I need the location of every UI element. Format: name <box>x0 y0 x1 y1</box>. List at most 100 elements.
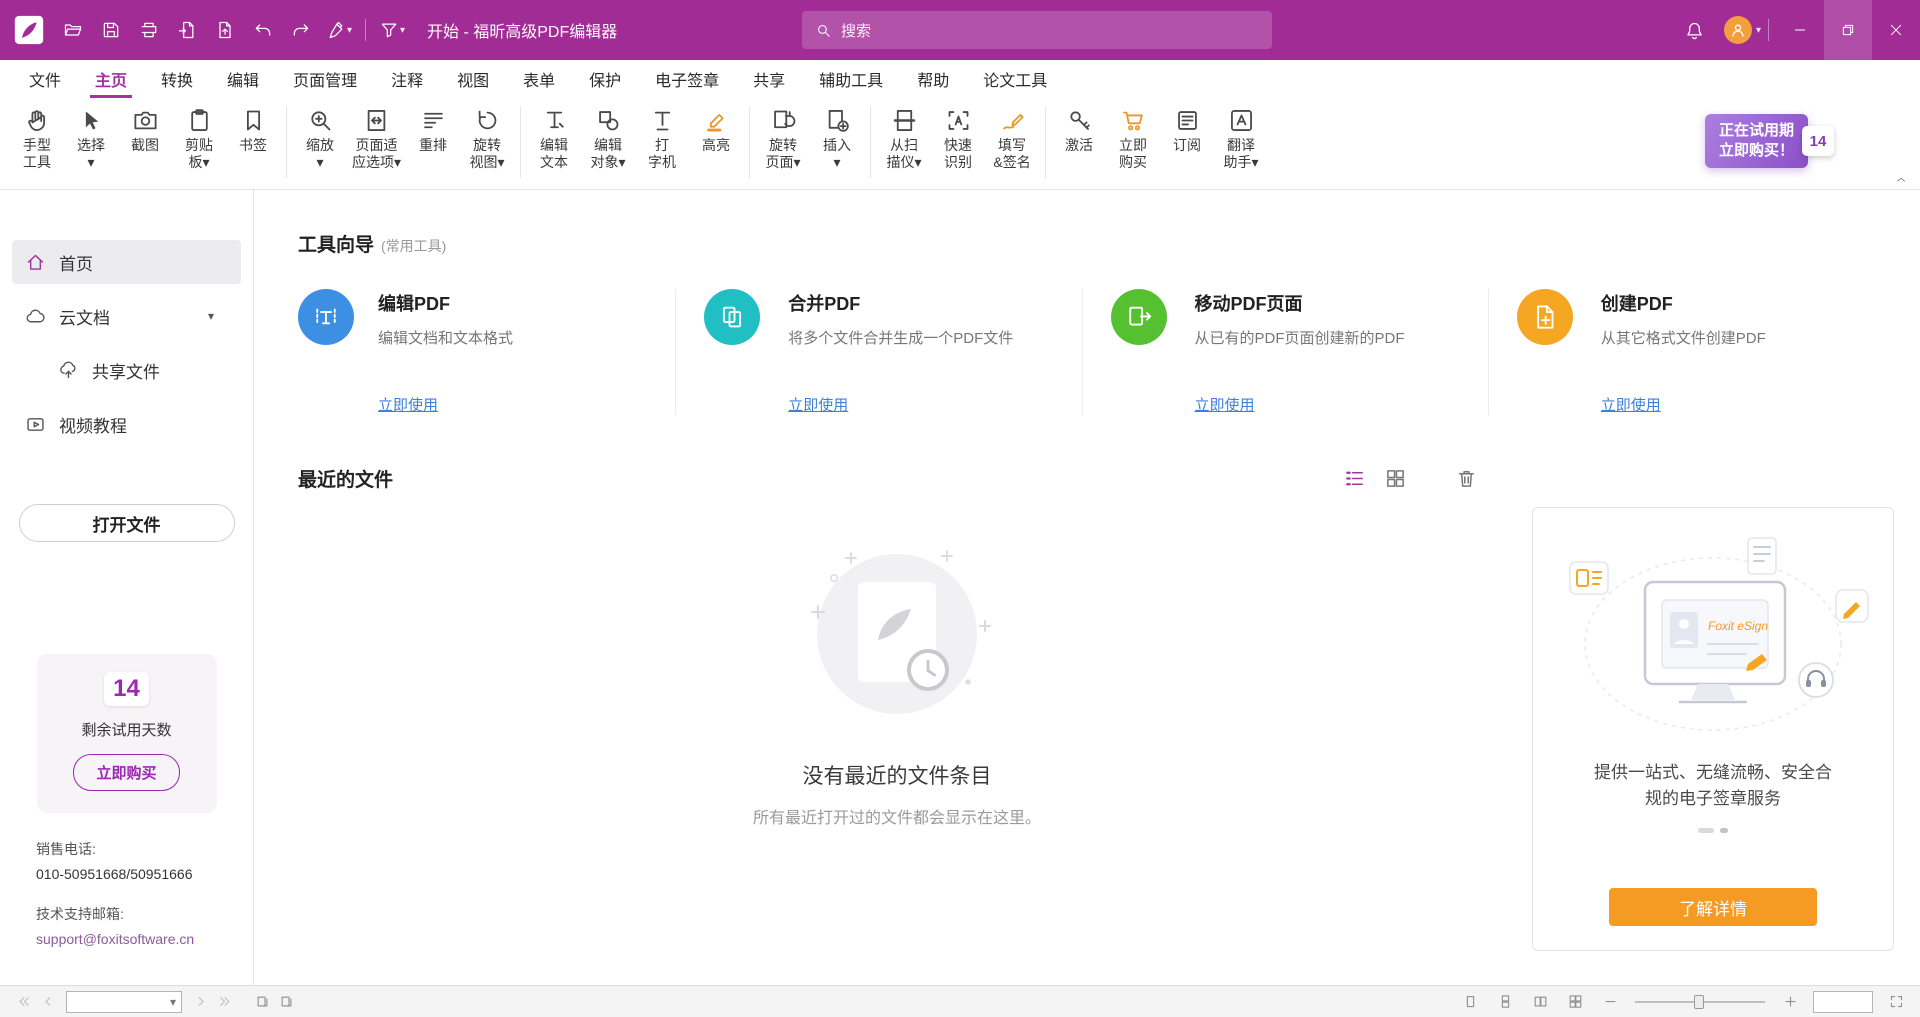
titlebar: ▾ ▾ 开始 - 福昕高级PDF编辑器 搜索 ▾ <box>0 0 1920 60</box>
ribbon-edit-object[interactable]: 编辑对象▾ <box>581 105 635 173</box>
ribbon-insert-pages[interactable]: 插入▾ <box>810 105 864 173</box>
ribbon-clipboard[interactable]: 剪贴板▾ <box>172 105 226 173</box>
app-logo-icon[interactable] <box>12 13 46 47</box>
ribbon-typewriter[interactable]: 打字机 <box>635 105 689 173</box>
grid-view-icon[interactable] <box>1384 467 1407 490</box>
menu-home[interactable]: 主页 <box>78 60 144 98</box>
clear-recent-trash-icon[interactable] <box>1455 467 1478 490</box>
page-number-input[interactable]: ▾ <box>66 991 182 1013</box>
previous-page-icon[interactable] <box>36 990 60 1014</box>
support-email-link[interactable]: support@foxitsoftware.cn <box>36 929 253 949</box>
redo-icon[interactable] <box>282 10 320 50</box>
sidebar: 首页 云文档 ▾ 共享文件 视频教程 打开文件 14 剩余试用天数 立即购买 销… <box>0 190 254 985</box>
account-chevron-down-icon[interactable]: ▾ <box>1756 25 1761 36</box>
scanner-icon <box>891 107 918 134</box>
titlebar-separator <box>365 19 366 41</box>
zoom-slider-thumb[interactable] <box>1694 995 1704 1009</box>
menu-esign[interactable]: 电子签章 <box>638 60 736 98</box>
facing-view-icon[interactable] <box>1528 990 1552 1014</box>
menu-edit[interactable]: 编辑 <box>210 60 276 98</box>
single-page-view-icon[interactable] <box>1458 990 1482 1014</box>
use-now-link[interactable]: 立即使用 <box>788 394 848 415</box>
ribbon-from-scanner[interactable]: 从扫描仪▾ <box>877 105 931 173</box>
zoom-in-icon[interactable] <box>1778 990 1802 1014</box>
minimize-button[interactable] <box>1776 0 1824 60</box>
fullscreen-icon[interactable] <box>1884 990 1908 1014</box>
zoom-out-icon[interactable] <box>1598 990 1622 1014</box>
export-doc-icon[interactable] <box>168 10 206 50</box>
search-placeholder: 搜索 <box>841 20 871 41</box>
cart-icon <box>1120 107 1147 134</box>
menu-file[interactable]: 文件 <box>12 60 78 98</box>
menu-form[interactable]: 表单 <box>506 60 572 98</box>
ribbon-buy-now[interactable]: 立即购买 <box>1106 105 1160 173</box>
ribbon-subscribe[interactable]: 订阅 <box>1160 105 1214 156</box>
undo-icon[interactable] <box>244 10 282 50</box>
ribbon-edit-text[interactable]: 编辑文本 <box>527 105 581 173</box>
menu-comment[interactable]: 注释 <box>374 60 440 98</box>
toolbar-filter-icon[interactable]: ▾ <box>373 10 411 50</box>
save-icon[interactable] <box>92 10 130 50</box>
card-title: 创建PDF <box>1601 290 1876 316</box>
previous-view-icon[interactable] <box>250 990 274 1014</box>
sidebar-item-video-tutorials[interactable]: 视频教程 <box>12 402 241 446</box>
quick-sign-icon[interactable]: ▾ <box>320 10 358 50</box>
learn-more-button[interactable]: 了解详情 <box>1609 888 1817 926</box>
chevron-down-icon: ▾ <box>400 25 405 36</box>
continuous-view-icon[interactable] <box>1493 990 1517 1014</box>
ribbon-zoom[interactable]: 缩放▾ <box>293 105 347 173</box>
print-icon[interactable] <box>130 10 168 50</box>
ribbon-rotate-pages[interactable]: 旋转页面▾ <box>756 105 810 173</box>
use-now-link[interactable]: 立即使用 <box>378 394 438 415</box>
next-view-icon[interactable] <box>274 990 298 1014</box>
next-page-icon[interactable] <box>188 990 212 1014</box>
use-now-link[interactable]: 立即使用 <box>1601 394 1661 415</box>
last-page-icon[interactable] <box>212 990 236 1014</box>
ribbon-fill-sign[interactable]: 填写&签名 <box>985 105 1039 173</box>
ribbon-reflow[interactable]: 重排 <box>406 105 460 156</box>
list-view-icon[interactable] <box>1343 467 1366 490</box>
buy-now-button[interactable]: 立即购买 <box>73 754 179 791</box>
notifications-bell-icon[interactable] <box>1676 10 1714 50</box>
recent-files-header: 最近的文件 <box>298 465 1496 492</box>
ribbon-hand-tool[interactable]: 手型工具 <box>10 105 64 173</box>
sidebar-item-home[interactable]: 首页 <box>12 240 241 284</box>
carousel-dot[interactable] <box>1720 828 1728 833</box>
trial-banner[interactable]: 正在试用期 立即购买！ 14 <box>1705 114 1834 168</box>
menu-page-management[interactable]: 页面管理 <box>276 60 374 98</box>
sidebar-item-shared-files[interactable]: 共享文件 <box>12 348 241 392</box>
menu-accessibility[interactable]: 辅助工具 <box>802 60 900 98</box>
menu-convert[interactable]: 转换 <box>144 60 210 98</box>
ribbon-activate[interactable]: 激活 <box>1052 105 1106 156</box>
continuous-facing-view-icon[interactable] <box>1563 990 1587 1014</box>
use-now-link[interactable]: 立即使用 <box>1195 394 1255 415</box>
open-file-button[interactable]: 打开文件 <box>19 504 235 542</box>
ribbon-translate-assistant[interactable]: 翻译助手▾ <box>1214 105 1268 173</box>
menu-share[interactable]: 共享 <box>736 60 802 98</box>
ribbon-highlight[interactable]: 高亮 <box>689 105 743 156</box>
first-page-icon[interactable] <box>12 990 36 1014</box>
sidebar-item-cloud-docs[interactable]: 云文档 ▾ <box>12 294 241 338</box>
ribbon-page-fit-options[interactable]: 页面适应选项▾ <box>347 105 406 173</box>
close-button[interactable] <box>1872 0 1920 60</box>
carousel-dot[interactable] <box>1698 828 1714 833</box>
open-file-icon[interactable] <box>54 10 92 50</box>
menu-protect[interactable]: 保护 <box>572 60 638 98</box>
restore-button[interactable] <box>1824 0 1872 60</box>
menu-paper-tools[interactable]: 论文工具 <box>966 60 1064 98</box>
ribbon-rotate-view[interactable]: 旋转视图▾ <box>460 105 514 173</box>
ribbon-bookmark[interactable]: 书签 <box>226 105 280 156</box>
collapse-ribbon-icon[interactable] <box>1892 173 1910 187</box>
ribbon-snapshot[interactable]: 截图 <box>118 105 172 156</box>
zoom-slider[interactable] <box>1635 1001 1765 1003</box>
chevron-down-icon[interactable]: ▾ <box>208 309 214 323</box>
trial-badge[interactable]: 正在试用期 立即购买！ <box>1705 114 1808 168</box>
menu-help[interactable]: 帮助 <box>900 60 966 98</box>
zoom-level-input[interactable] <box>1813 991 1873 1013</box>
ribbon-quick-ocr[interactable]: 快速识别 <box>931 105 985 173</box>
ribbon-select[interactable]: 选择▾ <box>64 105 118 173</box>
user-avatar[interactable] <box>1724 16 1752 44</box>
send-doc-icon[interactable] <box>206 10 244 50</box>
menu-view[interactable]: 视图 <box>440 60 506 98</box>
search-input[interactable]: 搜索 <box>802 11 1272 49</box>
